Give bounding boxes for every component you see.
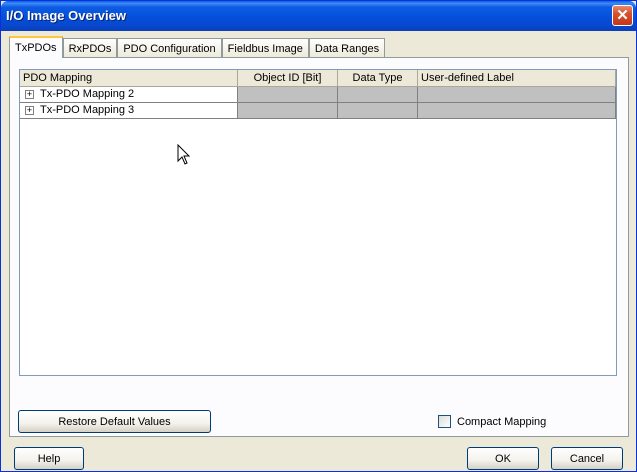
window-title: I/O Image Overview	[6, 8, 126, 23]
compact-mapping-label: Compact Mapping	[457, 415, 547, 428]
pdo-mapping-table[interactable]: PDO Mapping Object ID [Bit] Data Type Us…	[19, 69, 617, 376]
data-type-cell[interactable]	[338, 87, 418, 103]
column-header-data-type[interactable]: Data Type	[338, 70, 418, 87]
pdo-mapping-name: Tx-PDO Mapping 2	[40, 88, 135, 100]
pdo-mapping-name: Tx-PDO Mapping 3	[40, 104, 135, 116]
io-image-overview-dialog: I/O Image Overview ✕ TxPDOs RxPDOs PDO C…	[0, 0, 637, 472]
tab-panel: PDO Mapping Object ID [Bit] Data Type Us…	[9, 57, 629, 437]
tab-rxpdos[interactable]: RxPDOs	[62, 38, 118, 58]
tab-fieldbus-image[interactable]: Fieldbus Image	[221, 38, 309, 58]
column-header-object-id[interactable]: Object ID [Bit]	[238, 70, 338, 87]
tab-strip: TxPDOs RxPDOs PDO Configuration Fieldbus…	[9, 36, 386, 58]
tab-txpdos[interactable]: TxPDOs	[9, 36, 63, 58]
expand-plus-icon[interactable]: +	[25, 106, 34, 115]
ok-button[interactable]: OK	[467, 447, 539, 470]
compact-mapping-checkbox[interactable]	[438, 415, 451, 428]
table-header: PDO Mapping Object ID [Bit] Data Type Us…	[20, 70, 616, 87]
tab-data-ranges[interactable]: Data Ranges	[308, 38, 386, 58]
title-bar[interactable]: I/O Image Overview ✕	[1, 1, 636, 31]
help-button[interactable]: Help	[14, 447, 84, 470]
table-row[interactable]: + Tx-PDO Mapping 2	[20, 87, 616, 103]
compact-mapping-option[interactable]: Compact Mapping	[438, 415, 546, 428]
table-row[interactable]: + Tx-PDO Mapping 3	[20, 103, 616, 119]
data-type-cell[interactable]	[338, 103, 418, 119]
column-header-pdo-mapping[interactable]: PDO Mapping	[20, 70, 238, 87]
expand-plus-icon[interactable]: +	[25, 90, 34, 99]
tab-pdo-configuration[interactable]: PDO Configuration	[117, 38, 222, 58]
pdo-mapping-cell[interactable]: + Tx-PDO Mapping 2	[20, 87, 238, 103]
close-icon: ✕	[616, 7, 629, 24]
restore-default-values-button[interactable]: Restore Default Values	[18, 410, 211, 433]
cancel-button[interactable]: Cancel	[551, 447, 623, 470]
pdo-mapping-cell[interactable]: + Tx-PDO Mapping 3	[20, 103, 238, 119]
object-id-cell[interactable]	[238, 87, 338, 103]
user-label-cell[interactable]	[418, 87, 616, 103]
object-id-cell[interactable]	[238, 103, 338, 119]
user-label-cell[interactable]	[418, 103, 616, 119]
mouse-pointer-icon	[177, 144, 191, 165]
close-button[interactable]: ✕	[612, 5, 633, 26]
column-header-user-label[interactable]: User-defined Label	[418, 70, 616, 87]
